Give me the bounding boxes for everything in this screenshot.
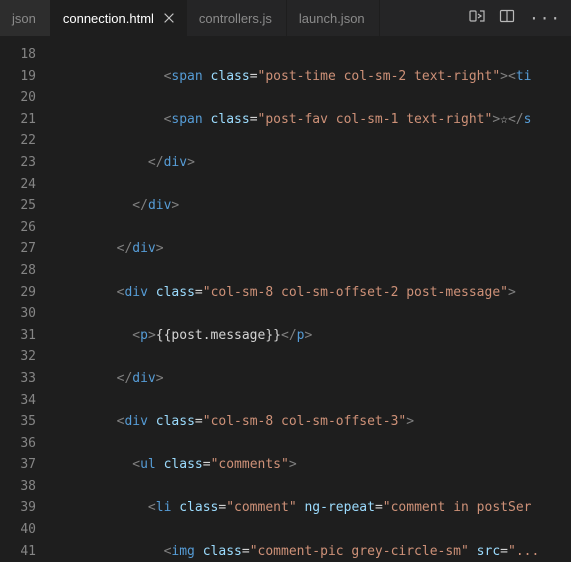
tab-label: controllers.js xyxy=(197,11,276,26)
line-number: 22 xyxy=(0,130,36,152)
line-number: 24 xyxy=(0,174,36,196)
tab-controllers-js[interactable]: controllers.js xyxy=(187,0,287,36)
line-number: 21 xyxy=(0,109,36,131)
line-number: 18 xyxy=(0,44,36,66)
line-number: 26 xyxy=(0,217,36,239)
tab-connection-html[interactable]: connection.html xyxy=(51,0,187,36)
line-number: 31 xyxy=(0,325,36,347)
editor-tabs: json connection.html controllers.js laun… xyxy=(0,0,571,36)
tab-label: launch.json xyxy=(297,11,369,26)
tab-label: connection.html xyxy=(61,11,158,26)
line-number: 30 xyxy=(0,303,36,325)
line-number: 20 xyxy=(0,87,36,109)
line-number: 33 xyxy=(0,368,36,390)
line-number: 37 xyxy=(0,454,36,476)
compare-icon[interactable] xyxy=(469,8,485,28)
line-number: 27 xyxy=(0,238,36,260)
line-number: 32 xyxy=(0,346,36,368)
line-number: 41 xyxy=(0,541,36,562)
tab-actions: ··· xyxy=(459,8,571,28)
tab-launch-json[interactable]: launch.json xyxy=(287,0,380,36)
close-icon[interactable] xyxy=(162,11,176,25)
line-number-gutter: 18 19 20 21 22 23 24 25 26 27 28 29 30 3… xyxy=(0,36,50,562)
line-number: 34 xyxy=(0,390,36,412)
line-number: 29 xyxy=(0,282,36,304)
split-editor-icon[interactable] xyxy=(499,8,515,28)
line-number: 36 xyxy=(0,433,36,455)
code-editor[interactable]: 18 19 20 21 22 23 24 25 26 27 28 29 30 3… xyxy=(0,36,571,562)
tab-json[interactable]: json xyxy=(0,0,51,36)
more-actions-icon[interactable]: ··· xyxy=(529,9,561,28)
line-number: 38 xyxy=(0,476,36,498)
line-number: 40 xyxy=(0,519,36,541)
tab-label: json xyxy=(10,11,40,26)
line-number: 28 xyxy=(0,260,36,282)
line-number: 19 xyxy=(0,66,36,88)
line-number: 35 xyxy=(0,411,36,433)
code-content[interactable]: <span class="post-time col-sm-2 text-rig… xyxy=(50,36,571,562)
line-number: 23 xyxy=(0,152,36,174)
line-number: 25 xyxy=(0,195,36,217)
line-number: 39 xyxy=(0,497,36,519)
